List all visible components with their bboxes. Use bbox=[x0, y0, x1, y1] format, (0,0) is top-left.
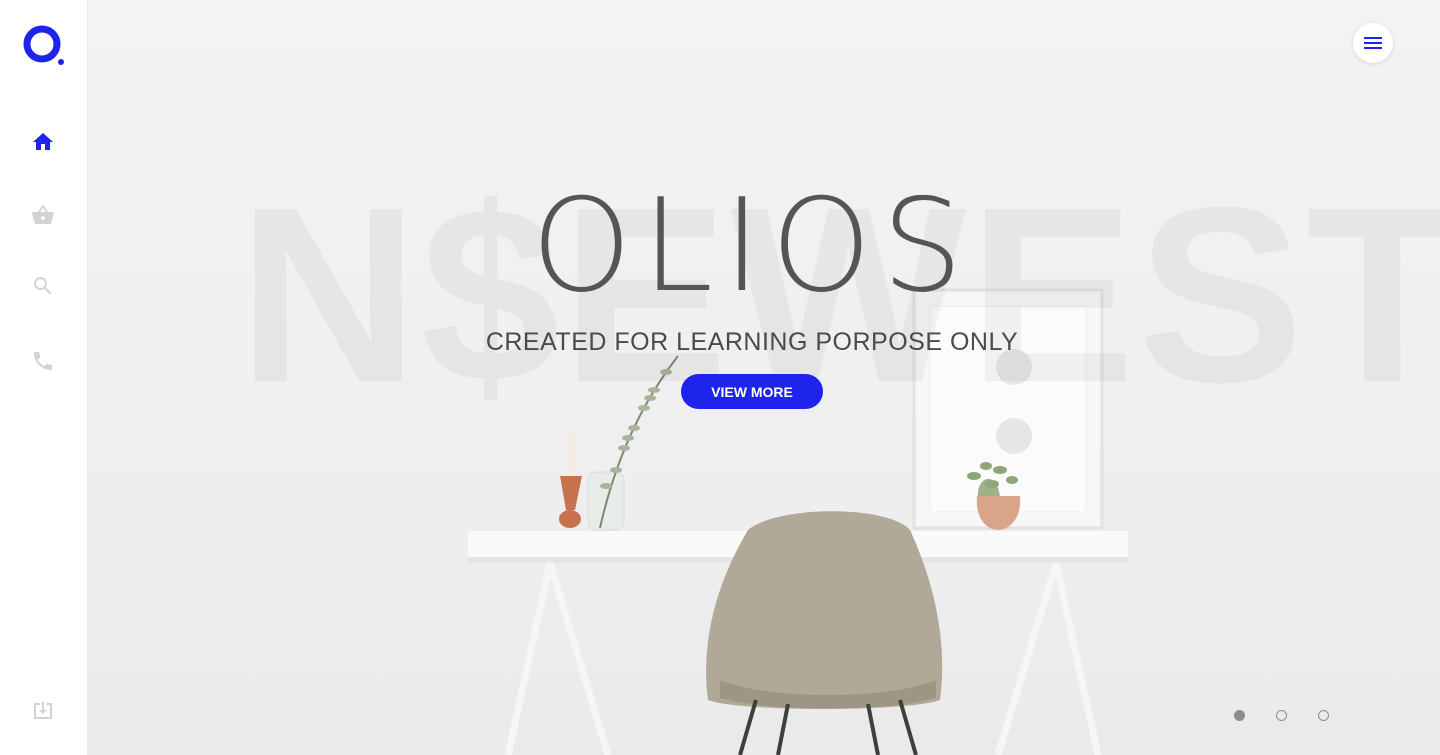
home-icon bbox=[33, 133, 53, 150]
phone-icon bbox=[34, 352, 52, 370]
download-icon bbox=[34, 702, 52, 719]
olios-logo-icon[interactable] bbox=[22, 24, 66, 68]
sidebar-item-contact[interactable] bbox=[29, 347, 57, 375]
carousel-dot[interactable] bbox=[1318, 710, 1329, 721]
hamburger-menu-icon bbox=[1364, 37, 1382, 49]
sidebar-item-home[interactable] bbox=[29, 128, 57, 156]
search-icon bbox=[34, 277, 52, 295]
hero-title: OLIOS bbox=[531, 172, 973, 321]
sidebar bbox=[0, 0, 88, 755]
hero-subtitle: CREATED FOR LEARNING PORPOSE ONLY bbox=[485, 328, 1019, 356]
carousel-dot[interactable] bbox=[1234, 710, 1245, 721]
menu-button[interactable] bbox=[1353, 23, 1393, 63]
download-button[interactable] bbox=[29, 697, 57, 725]
view-more-button[interactable]: VIEW MORE bbox=[681, 374, 823, 409]
basket-icon bbox=[32, 205, 54, 224]
sidebar-item-search[interactable] bbox=[29, 272, 57, 300]
carousel-indicators bbox=[1234, 710, 1334, 722]
sidebar-item-cart[interactable] bbox=[29, 201, 57, 229]
carousel-dot[interactable] bbox=[1276, 710, 1287, 721]
hero-section: N$EWEST OLIOS CREATED FOR LEARNING PORPO… bbox=[88, 0, 1440, 755]
